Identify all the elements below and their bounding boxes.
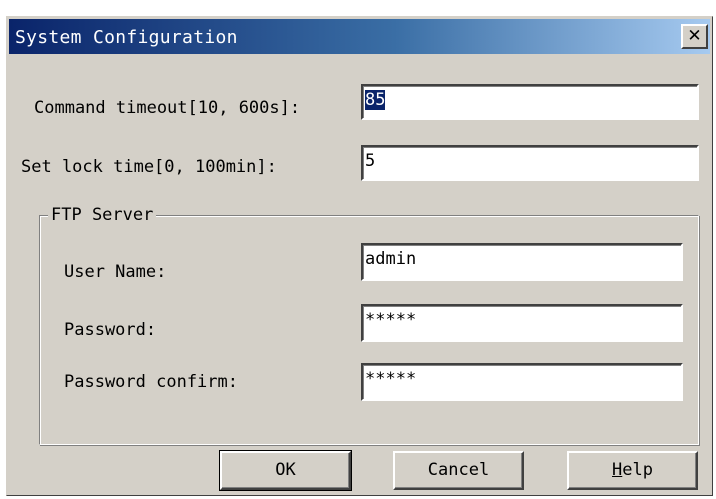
cancel-button[interactable]: Cancel — [393, 451, 524, 490]
system-configuration-dialog: System Configuration ✕ Command timeout[1… — [6, 16, 713, 496]
password-label: Password: — [64, 320, 157, 340]
ok-button[interactable]: OK — [219, 450, 352, 491]
title-bar[interactable]: System Configuration ✕ — [9, 19, 710, 54]
password-value: ***** — [365, 310, 417, 330]
close-icon: ✕ — [687, 26, 702, 46]
ok-button-label: OK — [275, 460, 296, 480]
lock-time-label: Set lock time[0, 100min]: — [21, 157, 277, 177]
lock-time-value: 5 — [365, 151, 376, 171]
user-name-input[interactable]: admin — [361, 243, 683, 281]
password-confirm-value: ***** — [365, 369, 417, 389]
user-name-label: User Name: — [64, 262, 167, 282]
user-name-value: admin — [365, 249, 417, 269]
command-timeout-input[interactable]: 85 — [361, 84, 699, 120]
close-button[interactable]: ✕ — [681, 24, 708, 49]
cancel-button-label: Cancel — [427, 460, 490, 480]
help-button[interactable]: Help — [567, 451, 698, 490]
command-timeout-label: Command timeout[10, 600s]: — [34, 98, 301, 118]
password-input[interactable]: ***** — [361, 304, 683, 342]
command-timeout-value: 85 — [365, 90, 386, 110]
password-confirm-label: Password confirm: — [64, 372, 238, 392]
help-button-mnemonic: H — [612, 460, 623, 480]
dialog-title: System Configuration — [15, 27, 238, 48]
help-button-label: elp — [622, 460, 653, 480]
ftp-server-group-label: FTP Server — [48, 204, 157, 226]
lock-time-input[interactable]: 5 — [361, 145, 699, 181]
password-confirm-input[interactable]: ***** — [361, 363, 683, 401]
